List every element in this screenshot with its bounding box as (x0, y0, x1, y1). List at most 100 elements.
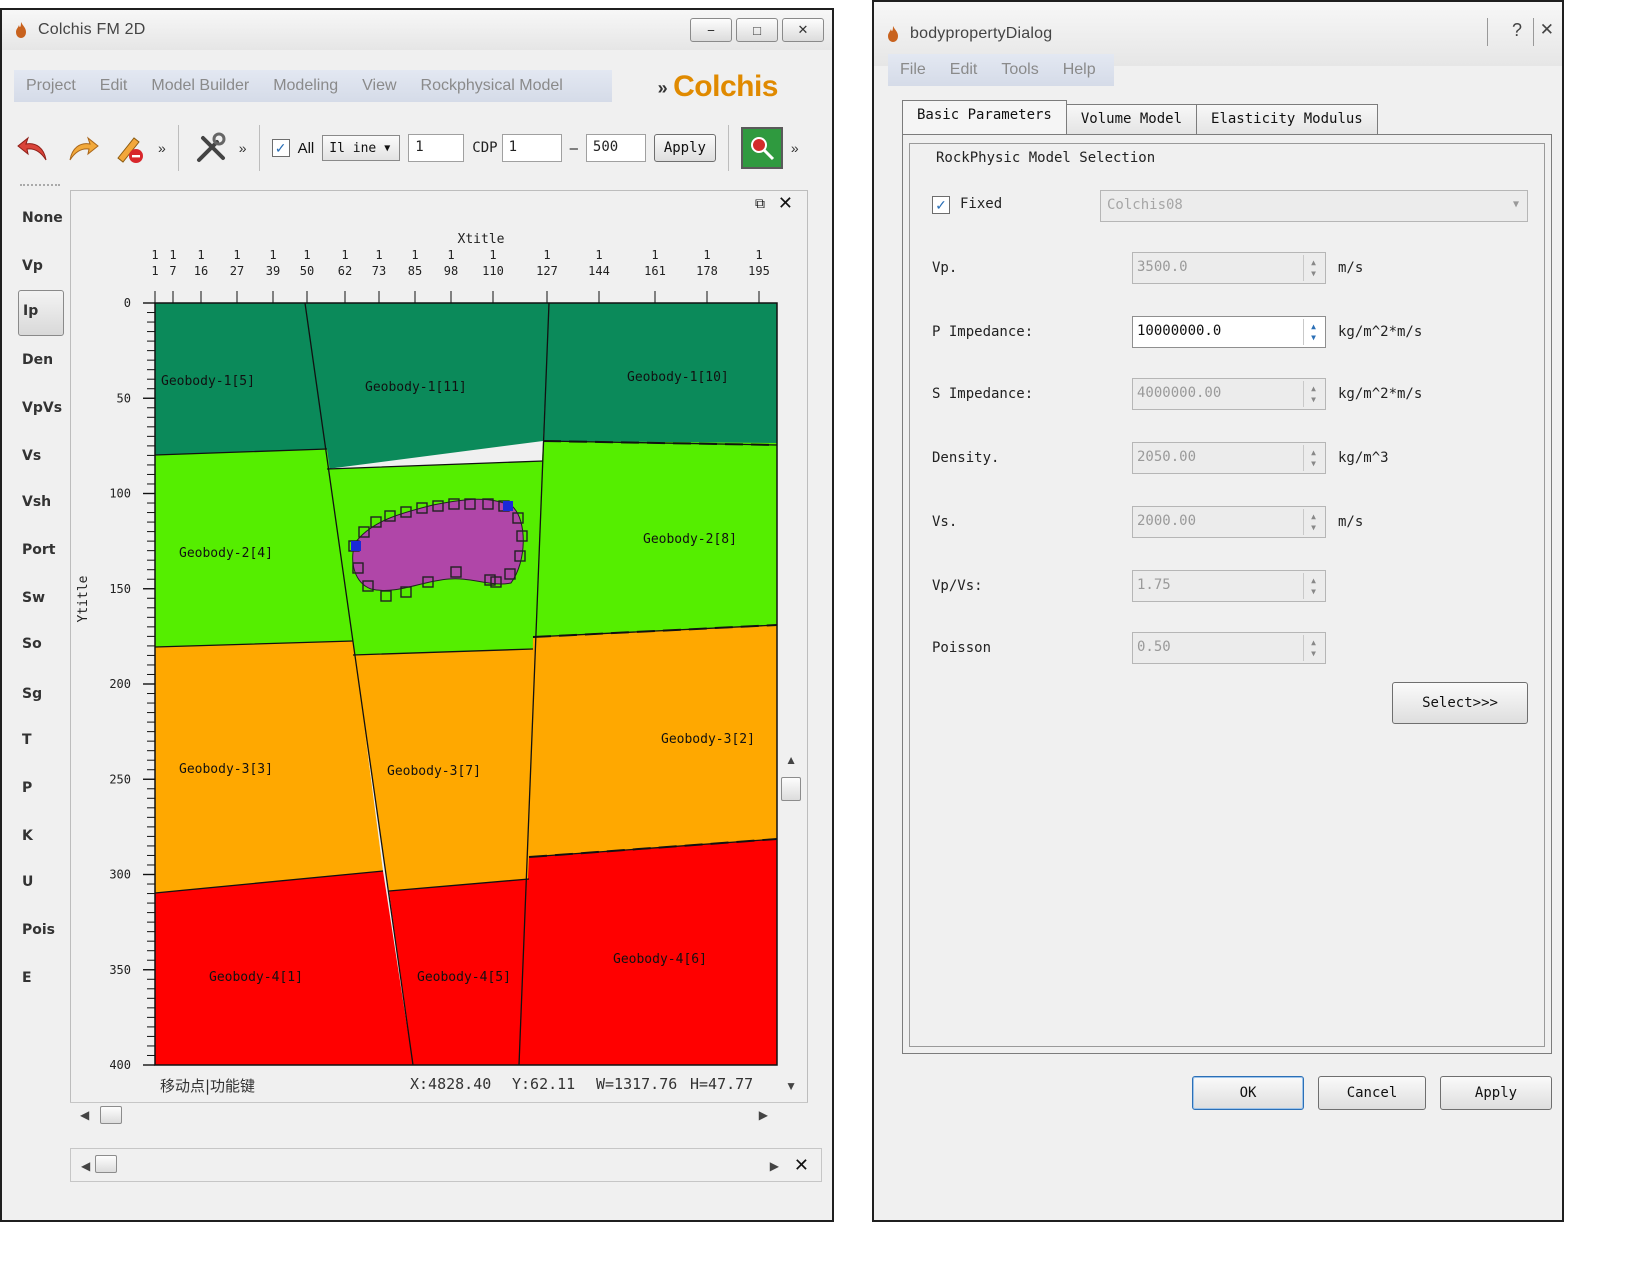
vp-unit: m/s (1338, 260, 1364, 276)
s-impedance-spinbox[interactable]: 4000000.00 ▲ ▼ (1132, 378, 1326, 410)
vp-spinbox[interactable]: 3500.0 ▲ ▼ (1132, 252, 1326, 284)
prop-den[interactable]: Den (22, 352, 53, 368)
help-icon[interactable]: ? (1512, 20, 1522, 41)
toolbar-overflow-icon-2[interactable]: » (239, 140, 247, 156)
zoom-pick-icon[interactable] (740, 127, 783, 169)
vs-spinbox[interactable]: 2000.00 ▲ ▼ (1132, 506, 1326, 538)
prop-sw[interactable]: Sw (22, 590, 45, 606)
prop-k[interactable]: K (22, 828, 33, 844)
prop-ip[interactable]: Ip (18, 290, 64, 336)
menu-modeling[interactable]: Modeling (261, 77, 350, 95)
toolbar-overflow-icon-3[interactable]: » (791, 140, 799, 156)
x-tick-label: 73 (372, 264, 386, 278)
menu-model-builder[interactable]: Model Builder (139, 77, 261, 95)
prop-port[interactable]: Port (22, 542, 55, 558)
toolbar-overflow-icon[interactable]: » (158, 140, 166, 156)
close-dock-icon[interactable]: ✕ (794, 1155, 809, 1176)
rockphysic-model-select[interactable]: Colchis08 ▼ (1100, 190, 1528, 222)
prop-so[interactable]: So (22, 636, 42, 652)
minimize-button[interactable]: ⎯ (690, 18, 732, 42)
fixed-checkbox[interactable]: ✓ (932, 196, 950, 214)
redo-icon[interactable] (62, 128, 102, 168)
dialog-apply-button[interactable]: Apply (1440, 1076, 1552, 1110)
status-hint: 移动点|功能键 (160, 1077, 256, 1095)
tab-elasticity-modulus[interactable]: Elasticity Modulus (1196, 104, 1378, 134)
geobody-model-plot[interactable]: Xtitle Ytitle 11171161271391501621731851… (71, 191, 809, 1113)
menu-project[interactable]: Project (14, 77, 88, 95)
prop-p[interactable]: P (22, 780, 32, 796)
menu-view[interactable]: View (350, 77, 408, 95)
prop-none[interactable]: None (22, 210, 63, 226)
prop-sg[interactable]: Sg (22, 686, 42, 702)
p-impedance-spinbox[interactable]: 10000000.0 ▲ ▼ (1132, 316, 1326, 348)
scroll-left-icon-2[interactable]: ◀ (81, 1159, 90, 1173)
menu-rockphysical-model[interactable]: Rockphysical Model (409, 77, 575, 95)
y-tick-label: 300 (109, 868, 131, 882)
prop-u[interactable]: U (22, 874, 33, 890)
undo-icon[interactable] (14, 128, 54, 168)
plot-horizontal-scrollbar[interactable]: ◀ ▶ (70, 1102, 808, 1126)
scroll-left-icon[interactable]: ◀ (80, 1108, 89, 1122)
x-axis-title: Xtitle (458, 232, 505, 247)
close-window-button[interactable]: ✕ (782, 18, 824, 42)
erase-pen-icon[interactable] (110, 128, 150, 168)
tools-icon[interactable] (191, 128, 231, 168)
prop-t[interactable]: T (22, 732, 32, 748)
x-tick-label-top: 1 (303, 248, 310, 262)
menu-tools[interactable]: Tools (989, 61, 1050, 79)
plot-status-bar: 移动点|功能键 X:4828.40 Y:62.11 W=1317.76 H=47… (90, 1075, 780, 1099)
ok-button[interactable]: OK (1192, 1076, 1304, 1110)
x-tick-label-top: 1 (755, 248, 762, 262)
x-tick-label-top: 1 (341, 248, 348, 262)
vertical-scroll-thumb[interactable] (781, 777, 801, 801)
prop-vp[interactable]: Vp (22, 258, 43, 274)
tab-basic-parameters[interactable]: Basic Parameters (902, 100, 1067, 134)
y-tick-label: 50 (117, 391, 131, 405)
status-x: X:4828.40 (410, 1075, 492, 1093)
prop-vsh[interactable]: Vsh (22, 494, 51, 510)
prop-vpvs[interactable]: VpVs (22, 400, 62, 416)
prop-e[interactable]: E (22, 970, 32, 986)
label-geobody-4-6: Geobody-4[6] (613, 952, 707, 967)
scroll-right-icon[interactable]: ▶ (759, 1108, 768, 1122)
cdp-from-input[interactable]: 1 (501, 134, 562, 162)
poisson-spinbox[interactable]: 0.50 ▲ ▼ (1132, 632, 1326, 664)
all-checkbox[interactable]: ✓ (271, 139, 290, 157)
toolbar-apply-button[interactable]: Apply (653, 134, 716, 162)
menu-edit[interactable]: Edit (938, 61, 990, 79)
bottom-dock-scrollbar[interactable]: ◀ ▶ ✕ (70, 1148, 822, 1182)
menu-file[interactable]: File (888, 61, 938, 79)
prop-pois[interactable]: Pois (22, 922, 55, 938)
line-number-input[interactable]: 1 (408, 134, 465, 162)
x-tick-label-top: 1 (447, 248, 454, 262)
prop-vs[interactable]: Vs (22, 448, 41, 464)
line-type-select[interactable]: Il ine ▼ (322, 135, 401, 161)
x-tick-label: 195 (748, 264, 770, 278)
y-tick-label: 0 (124, 296, 131, 310)
density-spinbox[interactable]: 2050.00 ▲ ▼ (1132, 442, 1326, 474)
y-axis: 0 50 100 150 200 250 300 350 400 (109, 296, 155, 1072)
scroll-up-icon[interactable]: ▲ (785, 753, 797, 767)
y-tick-label: 350 (109, 963, 131, 977)
x-tick-label: 85 (408, 264, 422, 278)
scroll-down-icon[interactable]: ▼ (785, 1079, 797, 1093)
p-impedance-label: P Impedance: (932, 324, 1034, 340)
horizontal-scroll-thumb[interactable] (100, 1106, 122, 1124)
cancel-button[interactable]: Cancel (1318, 1076, 1426, 1110)
tab-volume-model[interactable]: Volume Model (1065, 104, 1198, 134)
y-tick-label: 200 (109, 677, 131, 691)
select-button[interactable]: Select>>> (1392, 682, 1528, 724)
maximize-button[interactable]: □ (736, 18, 778, 42)
vpvs-label: Vp/Vs: (932, 578, 983, 594)
y-tick-label: 150 (109, 582, 131, 596)
vs-label: Vs. (932, 514, 958, 530)
x-tick-label-top: 1 (543, 248, 550, 262)
dialog-close-icon[interactable]: ✕ (1540, 20, 1554, 40)
menu-edit[interactable]: Edit (88, 77, 140, 95)
menu-help[interactable]: Help (1051, 61, 1108, 79)
vpvs-spinbox[interactable]: 1.75 ▲ ▼ (1132, 570, 1326, 602)
x-tick-label: 16 (194, 264, 208, 278)
dock-scroll-thumb[interactable] (95, 1155, 117, 1173)
cdp-to-input[interactable]: 500 (585, 134, 646, 162)
scroll-right-icon-2[interactable]: ▶ (770, 1159, 779, 1173)
